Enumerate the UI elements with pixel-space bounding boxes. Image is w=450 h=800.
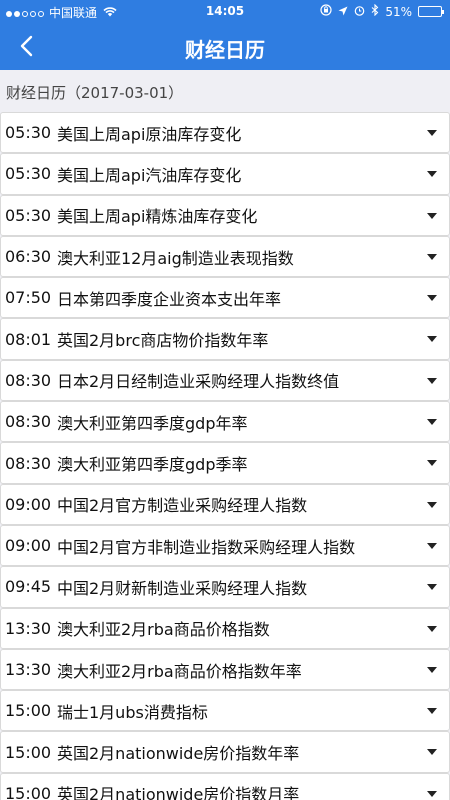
event-row[interactable]: 15:00 瑞士1月ubs消费指标 <box>0 690 450 732</box>
event-title: 英国2月nationwide房价指数年率 <box>57 744 300 764</box>
bluetooth-icon <box>371 3 379 19</box>
location-icon <box>338 5 348 19</box>
caret-down-icon[interactable] <box>427 708 437 715</box>
header: 中国联通 14:05 51% 财经日历 <box>0 0 450 70</box>
caret-down-icon[interactable] <box>427 171 437 178</box>
alarm-icon <box>354 5 365 19</box>
caret-down-icon[interactable] <box>427 253 437 260</box>
event-time: 13:30 <box>5 660 52 679</box>
status-right: 51% <box>320 3 444 19</box>
event-title: 澳大利亚12月aig制造业表现指数 <box>57 248 294 268</box>
caret-down-icon[interactable] <box>427 336 437 343</box>
caret-down-icon[interactable] <box>427 542 437 549</box>
event-row[interactable]: 07:50 日本第四季度企业资本支出年率 <box>0 277 450 319</box>
event-title: 澳大利亚2月rba商品价格指数年率 <box>57 661 302 681</box>
event-title: 澳大利亚第四季度gdp季率 <box>57 455 248 475</box>
event-title: 英国2月brc商店物价指数年率 <box>57 331 269 351</box>
caret-down-icon[interactable] <box>427 625 437 632</box>
event-time: 05:30 <box>5 205 52 225</box>
event-row[interactable]: 13:30 澳大利亚2月rba商品价格指数 <box>0 607 450 649</box>
caret-down-icon[interactable] <box>427 584 437 591</box>
event-row[interactable]: 06:30 澳大利亚12月aig制造业表现指数 <box>0 235 450 278</box>
caret-down-icon[interactable] <box>427 666 437 673</box>
event-time: 15:00 <box>5 701 52 721</box>
event-title: 中国2月官方制造业采购经理人指数 <box>57 496 308 516</box>
caret-down-icon[interactable] <box>427 377 437 384</box>
caret-down-icon[interactable] <box>427 501 437 508</box>
event-title: 美国上周api原油库存变化 <box>57 124 242 144</box>
event-title: 英国2月nationwide房价指数月率 <box>57 785 300 800</box>
calendar-date-heading: 财经日历（2017-03-01） <box>6 84 184 102</box>
event-title: 中国2月官方非制造业指数采购经理人指数 <box>57 537 356 557</box>
caret-down-icon[interactable] <box>427 130 437 136</box>
event-time: 09:45 <box>5 577 52 597</box>
event-time: 05:30 <box>5 164 52 184</box>
caret-down-icon[interactable] <box>427 419 437 426</box>
caret-down-icon[interactable] <box>427 790 437 797</box>
event-title: 日本2月日经制造业采购经理人指数终值 <box>57 372 340 392</box>
event-time: 08:30 <box>5 412 52 432</box>
event-row[interactable]: 15:00 英国2月nationwide房价指数年率 <box>0 731 450 773</box>
event-row[interactable]: 09:00 中国2月官方非制造业指数采购经理人指数 <box>0 524 450 567</box>
status-bar: 中国联通 14:05 51% <box>0 0 450 22</box>
event-list: 05:30 美国上周api原油库存变化 05:30 美国上周api汽油库存变化 05:3… <box>0 112 450 800</box>
battery-percent: 51% <box>385 4 412 19</box>
event-time: 09:00 <box>5 494 52 514</box>
caret-down-icon[interactable] <box>427 749 437 756</box>
battery-icon <box>418 6 444 17</box>
event-time: 08:30 <box>5 453 52 473</box>
event-time: 08:30 <box>5 370 52 390</box>
event-time: 07:50 <box>5 288 52 308</box>
event-row[interactable]: 08:01 英国2月brc商店物价指数年率 <box>0 318 450 360</box>
event-title: 澳大利亚第四季度gdp年率 <box>57 413 248 433</box>
event-row[interactable]: 08:30 澳大利亚第四季度gdp年率 <box>0 401 450 443</box>
event-title: 美国上周api精炼油库存变化 <box>57 207 258 227</box>
event-time: 09:00 <box>5 536 52 556</box>
caret-down-icon[interactable] <box>427 295 437 302</box>
event-row[interactable]: 08:30 日本2月日经制造业采购经理人指数终值 <box>0 359 450 402</box>
event-row[interactable]: 05:30 美国上周api原油库存变化 <box>0 112 450 154</box>
event-row[interactable]: 08:30 澳大利亚第四季度gdp季率 <box>0 442 450 484</box>
nav-bar: 财经日历 <box>0 22 450 70</box>
event-time: 13:30 <box>5 618 52 638</box>
event-time: 15:00 <box>5 742 52 762</box>
caret-down-icon[interactable] <box>427 212 437 219</box>
event-time: 05:30 <box>5 123 52 143</box>
event-row[interactable]: 09:00 中国2月官方制造业采购经理人指数 <box>0 483 450 525</box>
event-title: 澳大利亚2月rba商品价格指数 <box>57 620 270 640</box>
event-title: 中国2月财新制造业采购经理人指数 <box>57 578 308 598</box>
event-time: 08:01 <box>5 329 52 349</box>
event-row[interactable]: 09:45 中国2月财新制造业采购经理人指数 <box>0 566 450 608</box>
rotation-lock-icon <box>320 4 332 19</box>
event-time: 06:30 <box>5 247 52 267</box>
page-title: 财经日历 <box>185 38 265 62</box>
event-title: 日本第四季度企业资本支出年率 <box>57 289 282 309</box>
event-row[interactable]: 05:30 美国上周api精炼油库存变化 <box>0 194 450 236</box>
event-title: 瑞士1月ubs消费指标 <box>57 702 208 722</box>
event-row[interactable]: 15:00 英国2月nationwide房价指数月率 <box>0 772 450 800</box>
event-row[interactable]: 05:30 美国上周api汽油库存变化 <box>0 153 450 195</box>
caret-down-icon[interactable] <box>427 460 437 467</box>
event-title: 美国上周api汽油库存变化 <box>57 165 242 185</box>
event-row[interactable]: 13:30 澳大利亚2月rba商品价格指数年率 <box>0 648 450 691</box>
event-time: 15:00 <box>5 783 52 800</box>
